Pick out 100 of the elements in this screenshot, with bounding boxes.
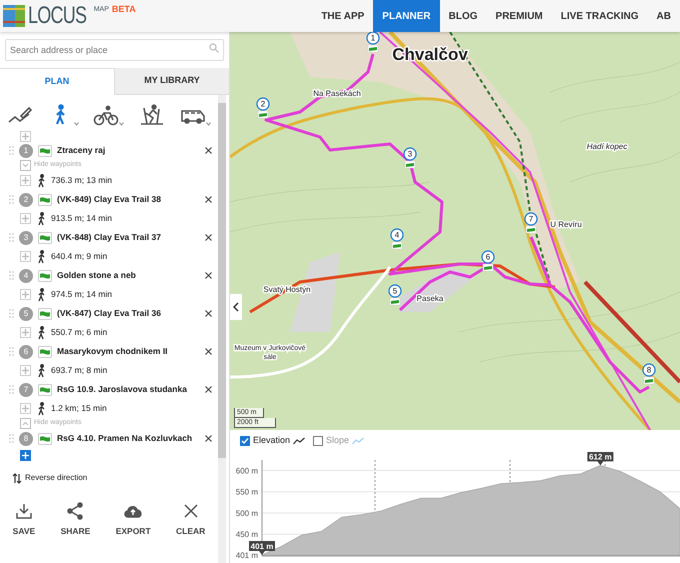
route-action-button[interactable]: SHARE [56,502,94,538]
collapse-panel-button[interactable] [230,294,242,320]
remove-waypoint-button[interactable] [203,270,213,280]
close-icon [204,272,212,279]
close-icon [204,196,212,203]
waypoint-flag-icon [38,384,52,396]
search-icon [209,43,219,53]
nav-link[interactable]: THE APP [312,0,374,32]
walking-person-icon [36,250,46,264]
drag-handle-icon[interactable] [9,146,14,155]
waypoint-flag-icon [38,144,52,156]
waypoint-flag-icon [38,194,52,206]
checkbox-label: Slope [326,434,350,448]
waypoint-flag-icon [38,270,52,282]
nav-link[interactable]: PLANNER [373,0,440,32]
waypoint-number: 8 [19,432,33,446]
swap-arrows-icon [12,472,22,484]
waypoint-name: Ztraceny raj [57,144,106,157]
add-waypoint-button[interactable] [20,450,31,461]
chart-checkbox[interactable] [240,436,250,446]
route-action-button[interactable]: CLEAR [172,502,210,538]
close-icon [204,147,212,154]
bicycle-icon [93,104,120,126]
remove-waypoint-button[interactable] [203,232,213,242]
beta-label: BETA [112,5,136,14]
remove-waypoint-button[interactable] [203,434,213,444]
walking-person-icon [36,326,46,340]
waypoint-name: RsG 4.10. Pramen Na Kozluvkach [57,432,194,445]
segment-distance: 913.5 m; 14 min [51,212,112,225]
drag-handle-icon[interactable] [9,233,14,242]
remove-waypoint-button[interactable] [203,384,213,394]
y-axis-label: 500 m [236,508,258,518]
close-icon [204,386,212,393]
waypoint-name: Golden stone a neb [57,269,137,282]
drag-handle-icon[interactable] [9,385,14,394]
nav-link[interactable]: PREMIUM [486,0,552,32]
waypoint-name: (VK-847) Clay Eva Trail 36 [57,307,162,320]
map-place-label: Hadí kopec [586,142,628,151]
logo-wordmark: LOCUS [28,5,86,27]
remove-waypoint-button[interactable] [203,194,213,204]
waypoint-name: (VK-849) Clay Eva Trail 38 [57,193,162,206]
segment-distance: 974.5 m; 14 min [51,288,112,301]
waypoint-number: 3 [19,230,33,244]
drag-handle-icon[interactable] [9,434,14,443]
y-axis-label: 450 m [236,530,258,540]
walking-person-icon [36,402,46,416]
line-graph-icon [293,437,306,445]
download-icon [14,502,34,520]
close-icon [204,310,212,317]
waypoint-name: (VK-848) Clay Eva Trail 37 [57,231,162,244]
chart-checkbox[interactable] [313,436,324,446]
map-place-label: Paseka [416,294,444,303]
waypoint-number: 5 [19,306,33,320]
segment-distance: 736.3 m; 13 min [51,174,112,187]
drag-handle-icon[interactable] [9,271,14,280]
waypoint-number: 4 [19,268,33,282]
travel-mode-button[interactable] [93,104,124,126]
close-icon [204,435,212,442]
segment-distance: 640.4 m; 9 min [51,250,108,263]
waypoint-name: RsG 10.9. Jaroslavova studanka [57,383,188,396]
nav-link[interactable]: LIVE TRACKING [552,0,648,32]
search-field[interactable]: Search address or place [5,39,224,61]
waypoint-name: Masarykovym chodnikem II [57,345,169,358]
remove-waypoint-button[interactable] [203,308,213,318]
waypoint-number: 7 [19,382,33,396]
share-icon [65,502,86,520]
drag-handle-icon[interactable] [9,347,14,356]
elevation-marker: 612 m [587,452,614,466]
segment-distance: 550.7 m; 6 min [51,326,108,339]
waypoint-number: 2 [19,192,33,206]
travel-mode-button[interactable] [139,104,166,126]
checkbox-label: Elevation [253,434,290,448]
drag-handle-icon[interactable] [9,309,14,318]
waypoint-flag-icon [38,308,52,320]
chevron-left-icon [233,302,239,312]
close-icon [204,348,212,355]
chevron-down-icon [20,160,31,171]
segment-distance: 693.7 m; 8 min [51,364,108,377]
skier-icon [139,104,166,126]
y-axis-label: 550 m [236,488,258,497]
nav-link[interactable]: AB [648,0,680,32]
segment-distance: 1.2 km; 15 min [51,402,107,415]
close-icon [204,234,212,241]
reverse-direction-button[interactable]: Reverse direction [12,472,218,484]
panel-tab[interactable]: PLAN [0,68,115,95]
panel-tab[interactable]: MY LIBRARY [115,68,229,95]
line-graph-icon [352,437,364,445]
scrollbar[interactable] [218,95,226,563]
route-action-button[interactable]: EXPORT [112,502,155,538]
waypoint-flag-icon [38,232,52,244]
nav-link[interactable]: BLOG [440,0,487,32]
remove-waypoint-button[interactable] [203,146,213,156]
remove-waypoint-button[interactable] [203,346,213,356]
map-logo-icon [3,5,25,27]
waypoint-number: 6 [19,344,33,358]
chevron-up-icon [20,418,31,429]
drag-handle-icon[interactable] [9,195,14,204]
elevation-marker: 401 m [249,541,275,555]
route-action-button[interactable]: SAVE [8,502,40,538]
walking-person-icon [36,288,46,302]
